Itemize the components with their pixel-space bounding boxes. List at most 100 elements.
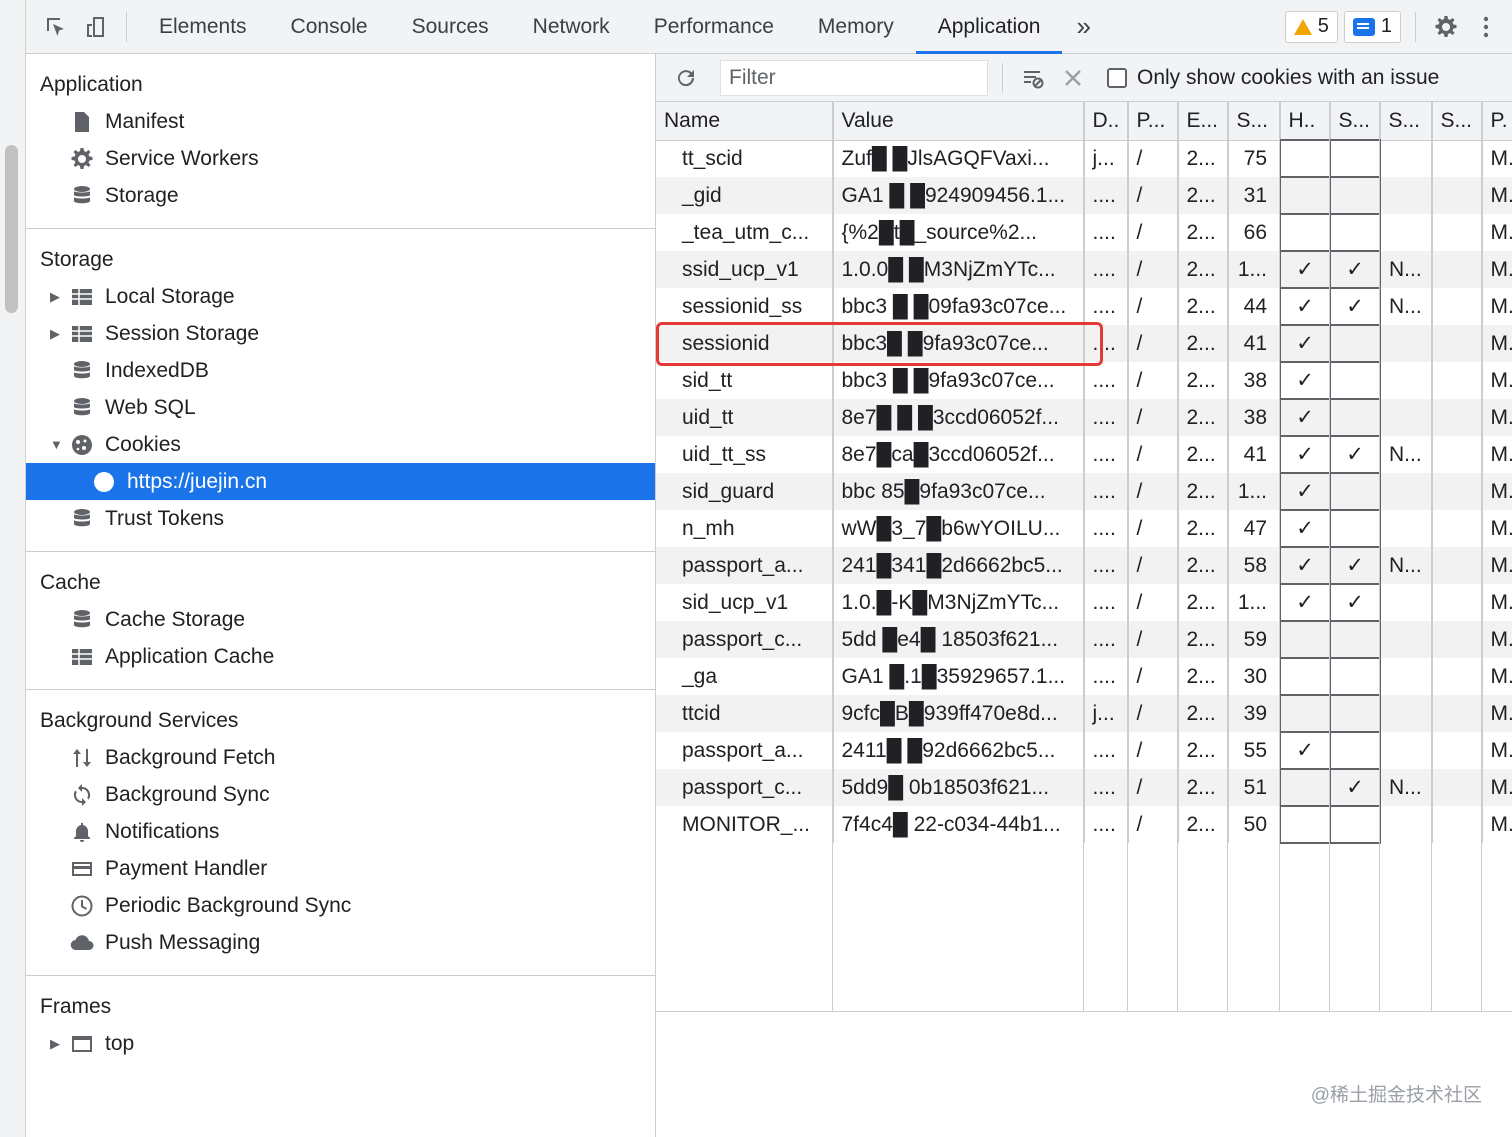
tab-performance[interactable]: Performance: [632, 0, 796, 54]
column-header[interactable]: S...: [1330, 102, 1381, 141]
column-header[interactable]: S...: [1432, 102, 1483, 141]
sidebar-item-background-sync[interactable]: Background Sync: [26, 776, 655, 813]
refresh-icon[interactable]: [666, 54, 706, 102]
table-cell: M.: [1482, 214, 1512, 251]
tab-application[interactable]: Application: [915, 0, 1063, 54]
sidebar-item-label: Cache Storage: [105, 607, 246, 631]
column-header[interactable]: Name: [656, 102, 834, 141]
column-divider[interactable]: [1379, 102, 1380, 1011]
scrollbar-thumb[interactable]: [5, 145, 18, 313]
column-divider[interactable]: [1127, 102, 1128, 1011]
table-row[interactable]: n_mh wW█3_7█b6wYOILU......./2... 47 ✓ M.: [656, 509, 1512, 548]
column-divider[interactable]: [1481, 102, 1482, 1011]
tab-memory[interactable]: Memory: [796, 0, 916, 54]
table-row[interactable]: passport_c... 5dd █e4█ 18503f621......./2…: [656, 620, 1512, 659]
column-header[interactable]: P...: [1128, 102, 1179, 141]
messages-badge[interactable]: 1: [1343, 10, 1401, 43]
column-divider[interactable]: [1227, 102, 1228, 1011]
table-row[interactable]: sid_ucp_v1 1.0.█-K█M3NjZmYTc......./2... 1…: [656, 583, 1512, 622]
table-row[interactable]: sessionid_ss bbc3 █ █09fa93c07ce......./2…: [656, 287, 1512, 326]
gear-icon[interactable]: [1426, 0, 1466, 54]
table-cell: /: [1128, 769, 1179, 806]
table-row[interactable]: sid_guard bbc 85█9fa93c07ce......./2... 1.…: [656, 472, 1512, 511]
sidebar-item-web-sql[interactable]: Web SQL: [26, 389, 655, 426]
sidebar-item-label: Background Sync: [105, 782, 270, 806]
table-row[interactable]: uid_tt 8e7█ █ █3ccd06052f......./2... 38 ✓ M…: [656, 398, 1512, 437]
sidebar-item-notifications[interactable]: Notifications: [26, 813, 655, 850]
sidebar-item-cookies[interactable]: ▼ Cookies: [26, 426, 655, 463]
table-row[interactable]: sid_tt bbc3 █ █9fa93c07ce......./2... 38 ✓ M…: [656, 361, 1512, 400]
table-cell: ....: [1084, 621, 1129, 658]
table-row[interactable]: _ga GA1 █.1█35929657.1......./2... 30 M.: [656, 657, 1512, 696]
table-row[interactable]: tt_scid Zuf█ █JlsAGQFVaxi... j.../2... 75 M.: [656, 139, 1512, 178]
column-header[interactable]: Value: [833, 102, 1085, 141]
column-header[interactable]: E...: [1178, 102, 1229, 141]
expand-arrow-icon[interactable]: ▶: [50, 326, 66, 342]
table-row[interactable]: _gid GA1 █ █924909456.1......./2... 31 M.: [656, 176, 1512, 215]
sidebar-item-session-storage[interactable]: ▶ Session Storage: [26, 315, 655, 352]
delete-cookie-icon[interactable]: [1053, 54, 1093, 102]
column-divider[interactable]: [1177, 102, 1178, 1011]
collapse-arrow-icon[interactable]: ▼: [50, 437, 66, 452]
inspect-element-icon[interactable]: [36, 0, 76, 54]
tab-elements[interactable]: Elements: [137, 0, 269, 54]
table-cell: passport_a...: [656, 732, 834, 769]
sidebar-item-trust-tokens[interactable]: Trust Tokens: [26, 500, 655, 537]
sidebar-item-local-storage[interactable]: ▶ Local Storage: [26, 278, 655, 315]
tab-network[interactable]: Network: [511, 0, 632, 54]
tab-sources[interactable]: Sources: [390, 0, 511, 54]
table-row[interactable]: passport_a... 2411█ █92d6662bc5......./2.…: [656, 731, 1512, 770]
more-options-icon[interactable]: [1466, 0, 1506, 54]
filter-input[interactable]: [720, 59, 988, 96]
device-toolbar-icon[interactable]: [76, 0, 116, 54]
sidebar-item-cookie-origin[interactable]: https://juejin.cn: [26, 463, 655, 500]
table-row[interactable]: MONITOR_... 7f4c4█ 22-c034-44b1......./2.…: [656, 805, 1512, 844]
sidebar-item-indexeddb[interactable]: IndexedDB: [26, 352, 655, 389]
sidebar-item-push-messaging[interactable]: Push Messaging: [26, 924, 655, 961]
sidebar-item-storage[interactable]: Storage: [26, 177, 655, 214]
sidebar-item-label: Local Storage: [105, 284, 235, 308]
table-cell: [1279, 213, 1331, 252]
sidebar-item-service-workers[interactable]: Service Workers: [26, 140, 655, 177]
column-divider[interactable]: [1431, 102, 1432, 1011]
table-cell: bbc 85█9fa93c07ce...: [833, 473, 1085, 510]
expand-arrow-icon[interactable]: ▶: [50, 1036, 66, 1052]
only-issue-checkbox[interactable]: [1107, 67, 1127, 88]
column-divider[interactable]: [1083, 102, 1084, 1011]
more-tabs-button[interactable]: »: [1062, 0, 1104, 54]
table-row[interactable]: uid_tt_ss 8e7█ca█3ccd06052f......./2... 41…: [656, 435, 1512, 474]
page-scrollbar[interactable]: [0, 0, 26, 1137]
column-divider[interactable]: [1279, 102, 1280, 1011]
table-cell: ....: [1084, 288, 1129, 325]
table-header-row: Name Value D.. P... E... S... H.. S... S... S... P…: [656, 102, 1512, 141]
table-cell: 241█341█2d6662bc5...: [833, 547, 1085, 584]
clock-icon: [68, 894, 96, 918]
clear-filtered-cookies-icon[interactable]: [1013, 54, 1053, 102]
column-header[interactable]: D..: [1084, 102, 1129, 141]
tab-console[interactable]: Console: [269, 0, 390, 54]
sidebar-item-manifest[interactable]: Manifest: [26, 103, 655, 140]
table-row[interactable]: ttcid 9cfc█B█939ff470e8d... j.../2... 39 M.: [656, 694, 1512, 733]
column-header[interactable]: S...: [1228, 102, 1281, 141]
column-divider[interactable]: [832, 102, 833, 1011]
sidebar-item-payment-handler[interactable]: Payment Handler: [26, 850, 655, 887]
section-title-application: Application: [40, 72, 143, 96]
expand-arrow-icon[interactable]: ▶: [50, 289, 66, 305]
table-row[interactable]: passport_a... 241█341█2d6662bc5......./2.…: [656, 546, 1512, 585]
sidebar-item-periodic-background-sync[interactable]: Periodic Background Sync: [26, 887, 655, 924]
sidebar-item-application-cache[interactable]: Application Cache: [26, 638, 655, 675]
table-cell: [1432, 251, 1483, 288]
table-row[interactable]: ssid_ucp_v1 1.0.0█ █M3NjZmYTc......./2...…: [656, 250, 1512, 289]
table-row[interactable]: passport_c... 5dd9█ 0b18503f621......./2.…: [656, 768, 1512, 807]
column-header[interactable]: P.: [1482, 102, 1512, 141]
column-divider[interactable]: [1329, 102, 1330, 1011]
table-cell: [1329, 398, 1381, 437]
sidebar-item-cache-storage[interactable]: Cache Storage: [26, 601, 655, 638]
sidebar-item-frame-top[interactable]: ▶ top: [26, 1025, 655, 1062]
column-header[interactable]: S...: [1380, 102, 1433, 141]
sidebar-item-background-fetch[interactable]: Background Fetch: [26, 739, 655, 776]
column-header[interactable]: H..: [1280, 102, 1331, 141]
table-row[interactable]: _tea_utm_c... {%2█t█_source%2......./2...…: [656, 213, 1512, 252]
table-cell: 2...: [1178, 547, 1229, 584]
warnings-badge[interactable]: 5: [1284, 10, 1338, 43]
